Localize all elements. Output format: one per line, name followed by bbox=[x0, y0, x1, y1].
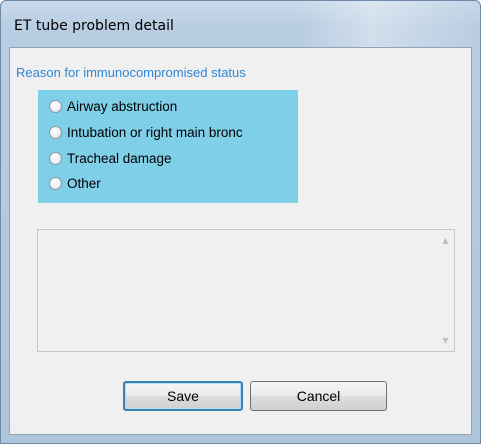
scroll-down-arrow-icon[interactable]: ▼ bbox=[437, 332, 454, 349]
dialog-window: ET tube problem detail Reason for immuno… bbox=[0, 0, 481, 444]
radio-airway-abstruction[interactable]: Airway abstruction bbox=[49, 95, 177, 117]
radio-other[interactable]: Other bbox=[49, 172, 101, 194]
cancel-button[interactable]: Cancel bbox=[250, 381, 387, 411]
radio-label: Tracheal damage bbox=[67, 150, 172, 166]
window-title: ET tube problem detail bbox=[14, 18, 174, 34]
section-label: Reason for immunocompromised status bbox=[16, 65, 246, 80]
radio-tracheal-damage[interactable]: Tracheal damage bbox=[49, 147, 172, 169]
radio-intubation[interactable]: Intubation or right main bronc bbox=[49, 121, 243, 143]
notes-textarea[interactable]: ▲ ▼ bbox=[37, 229, 455, 352]
radio-button-icon[interactable] bbox=[49, 99, 62, 113]
radio-label: Other bbox=[67, 175, 101, 191]
radio-label: Airway abstruction bbox=[67, 98, 178, 114]
notes-scrollbar[interactable]: ▲ ▼ bbox=[437, 230, 454, 351]
radio-button-icon[interactable] bbox=[49, 151, 62, 165]
scroll-up-arrow-icon[interactable]: ▲ bbox=[437, 232, 454, 249]
save-button[interactable]: Save bbox=[123, 381, 243, 411]
radio-button-icon[interactable] bbox=[49, 125, 62, 139]
reason-radio-group: Airway abstruction Intubation or right m… bbox=[38, 90, 298, 203]
radio-button-icon[interactable] bbox=[49, 176, 62, 190]
radio-label: Intubation or right main bronc bbox=[67, 124, 243, 140]
